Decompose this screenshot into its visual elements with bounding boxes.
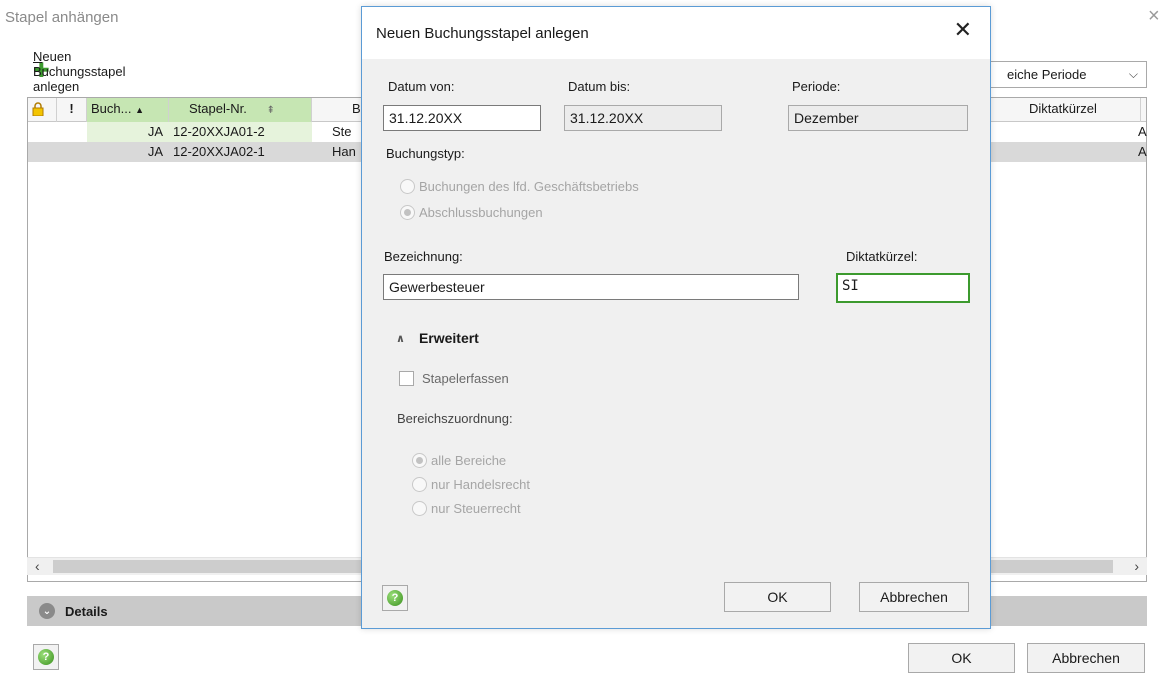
radio-laufender-betrieb[interactable]: Buchungen des lfd. Geschäftsbetriebs — [400, 179, 639, 194]
lock-column-header[interactable] — [28, 98, 57, 122]
new-stack-dialog: Neuen Buchungsstapel anlegen ✕ Datum von… — [361, 6, 991, 629]
buchungstyp-label: Buchungstyp: — [386, 146, 465, 161]
period-select-value: eiche Periode — [1007, 67, 1087, 82]
buch-cell: JA — [87, 142, 169, 162]
sort-secondary-icon: ⇞ — [266, 105, 275, 116]
diktatkuerzel-input[interactable]: SI — [836, 273, 970, 303]
radio-label: Buchungen des lfd. Geschäftsbetriebs — [419, 179, 639, 194]
chevron-down-icon: ⌵ — [1128, 67, 1138, 81]
help-icon: ? — [38, 649, 54, 665]
scroll-right-icon[interactable]: › — [1134, 558, 1139, 574]
stapel-nr-cell: 12-20XXJA02-1 — [169, 142, 312, 162]
radio-circle — [412, 501, 427, 516]
radio-circle — [400, 179, 415, 194]
radio-circle-selected — [412, 453, 427, 468]
dialog-help-button[interactable]: ? — [382, 585, 408, 611]
details-label: Details — [65, 603, 108, 619]
b-header-label: B — [352, 101, 361, 116]
erweitert-expander[interactable]: ∧ Erweitert — [396, 330, 479, 346]
end-cell: A — [1138, 124, 1147, 139]
datum-von-input[interactable]: 31.12.20XX — [383, 105, 541, 131]
radio-label: Abschlussbuchungen — [419, 205, 543, 220]
buch-column-header[interactable]: Buch... ▲ — [87, 98, 169, 122]
diktatkuerzel-label: Diktatkürzel: — [846, 249, 918, 264]
scroll-left-icon[interactable]: ‹ — [35, 558, 40, 574]
diktatkuerzel-header-label: Diktatkürzel — [1029, 101, 1097, 116]
help-icon: ? — [387, 590, 403, 606]
lock-icon — [32, 102, 44, 116]
close-icon[interactable]: ✕ — [954, 19, 972, 41]
radio-label: nur Handelsrecht — [431, 477, 530, 492]
cancel-button[interactable]: Abbrechen — [1027, 643, 1145, 673]
radio-circle — [412, 477, 427, 492]
datum-bis-label: Datum bis: — [568, 79, 631, 94]
periode-field: Dezember — [788, 105, 968, 131]
new-stack-label: Neuen Buchungsstapel anlegen — [33, 48, 126, 94]
radio-circle-selected — [400, 205, 415, 220]
end-cell: A — [1138, 144, 1147, 159]
chevron-down-circle-icon: ⌄ — [39, 603, 55, 619]
exclamation-icon: ! — [69, 101, 74, 116]
bezeichnung-input[interactable]: Gewerbesteuer — [383, 274, 799, 300]
bereichszuordnung-label: Bereichszuordnung: — [397, 411, 513, 426]
radio-alle-bereiche[interactable]: alle Bereiche — [412, 453, 506, 468]
bezeichnung-cell: Ste — [332, 124, 352, 139]
datum-bis-field: 31.12.20XX — [564, 105, 722, 131]
radio-steuerrecht[interactable]: nur Steuerrecht — [412, 501, 521, 516]
stapel-nr-cell: 12-20XXJA01-2 — [169, 122, 312, 142]
erweitert-label: Erweitert — [418, 330, 479, 346]
help-button[interactable]: ? — [33, 644, 59, 670]
chevron-up-icon: ∧ — [396, 332, 405, 345]
bezeichnung-cell: Han — [332, 144, 356, 159]
period-select[interactable]: eiche Periode ⌵ — [978, 61, 1147, 88]
buch-header-label: Buch... — [91, 101, 132, 116]
ok-button[interactable]: OK — [908, 643, 1015, 673]
dialog-title: Neuen Buchungsstapel anlegen — [376, 25, 589, 42]
radio-abschlussbuchungen[interactable]: Abschlussbuchungen — [400, 205, 543, 220]
dialog-ok-button[interactable]: OK — [724, 582, 831, 612]
radio-handelsrecht[interactable]: nur Handelsrecht — [412, 477, 530, 492]
new-stack-button[interactable]: ✚ Neuen Buchungsstapel anlegen — [33, 49, 126, 94]
radio-label: nur Steuerrecht — [431, 501, 521, 516]
checkbox-box — [399, 371, 414, 386]
stapelerfassen-label: Stapelerfassen — [422, 371, 509, 386]
bezeichnung-label: Bezeichnung: — [384, 249, 463, 264]
diktatkuerzel-column-header[interactable]: Diktatkürzel — [1001, 98, 1141, 122]
datum-von-label: Datum von: — [388, 79, 455, 94]
close-icon[interactable]: × — [1148, 6, 1160, 26]
buch-cell: JA — [87, 122, 169, 142]
stapel-nr-column-header[interactable]: Stapel-Nr. ⇞ — [169, 98, 312, 122]
window-title: Stapel anhängen — [5, 9, 119, 26]
dialog-titlebar: Neuen Buchungsstapel anlegen ✕ — [362, 7, 990, 59]
sort-asc-icon: ▲ — [135, 105, 145, 115]
priority-column-header[interactable]: ! — [57, 98, 87, 122]
dialog-cancel-button[interactable]: Abbrechen — [859, 582, 969, 612]
stapelerfassen-checkbox[interactable]: Stapelerfassen — [399, 371, 509, 386]
periode-label: Periode: — [792, 79, 841, 94]
stapel-nr-header-label: Stapel-Nr. — [189, 101, 247, 116]
radio-label: alle Bereiche — [431, 453, 507, 468]
